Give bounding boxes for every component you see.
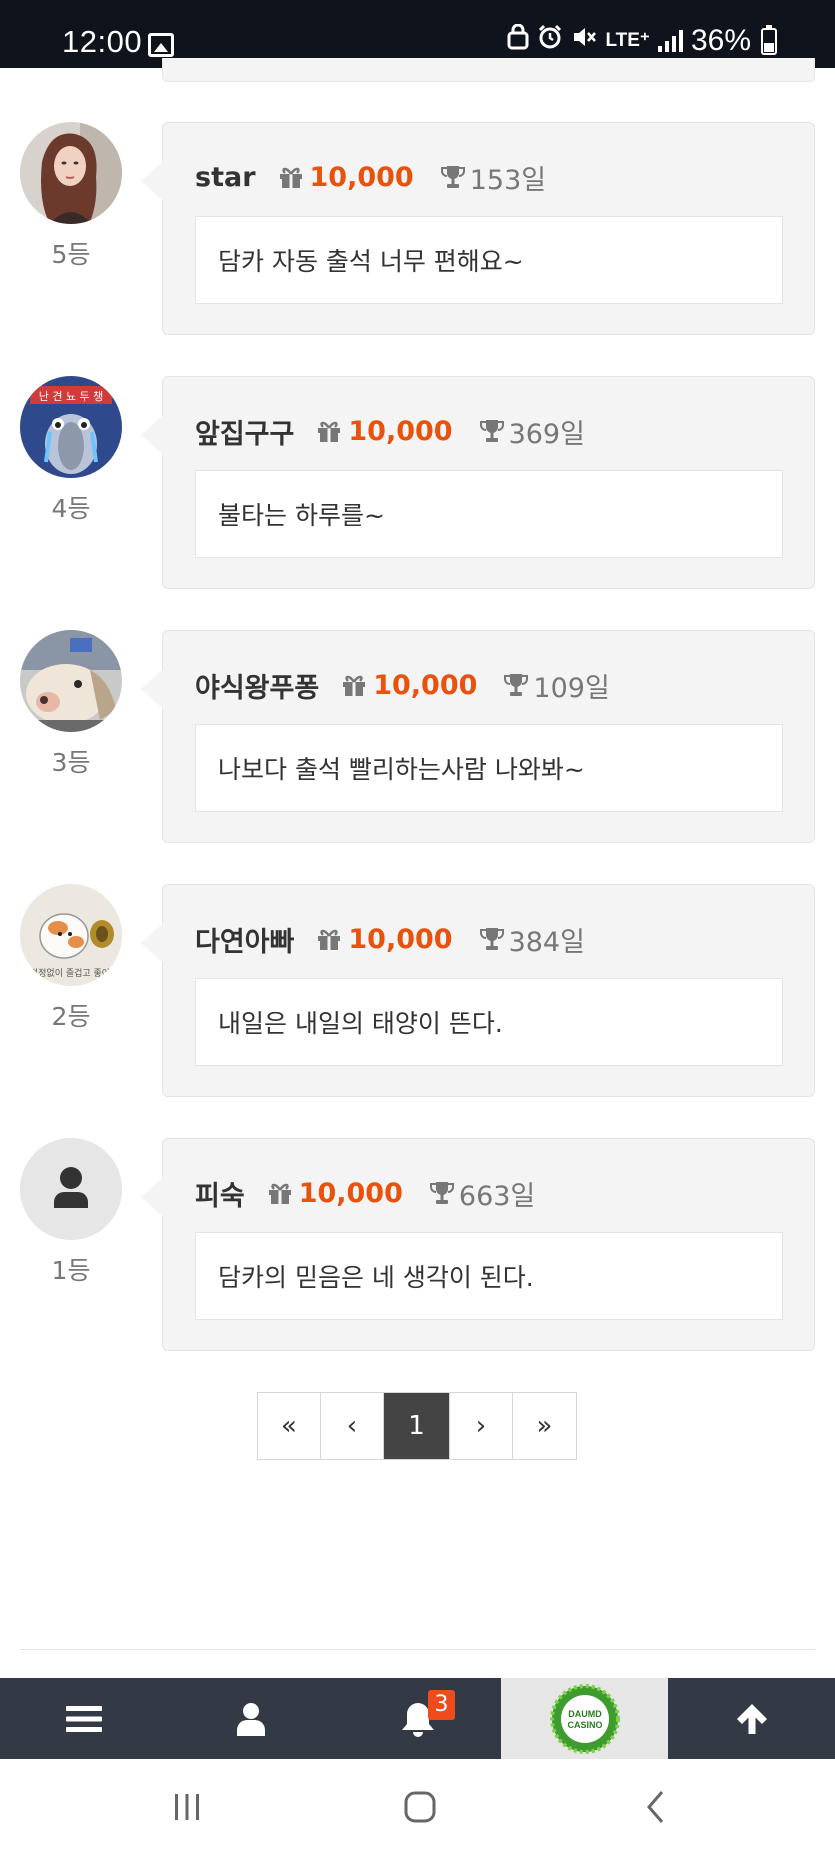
first-page-button[interactable]: «	[258, 1393, 321, 1459]
comment-message: 불타는 하루를~	[195, 470, 783, 558]
point-value: 10,000	[373, 669, 478, 701]
gift-icon	[268, 1183, 291, 1204]
arrow-up-icon	[736, 1703, 767, 1734]
point-value: 10,000	[298, 1177, 403, 1209]
menu-button[interactable]	[0, 1678, 167, 1759]
rank-label: 5등	[51, 240, 91, 269]
avatar[interactable]: 난 견 뇨 두 챙	[20, 376, 122, 478]
scroll-top-button[interactable]	[668, 1678, 835, 1759]
attendance-days: 153일	[469, 164, 547, 196]
comment-meta: 피숙 10,000 663일	[195, 1173, 535, 1213]
rank-label: 3등	[51, 748, 91, 777]
attendance-days: 663일	[458, 1180, 536, 1212]
recent-apps-button[interactable]	[157, 1777, 217, 1837]
logo-text-bottom: CASINO	[567, 1720, 602, 1730]
network-type: LTE⁺	[605, 30, 650, 51]
battery-percent: 36%	[690, 24, 751, 57]
comment-message: 내일은 내일의 태양이 뜬다.	[195, 978, 783, 1066]
attendance-days: 384일	[508, 926, 585, 958]
comment-card: 피숙 10,000 663일담카의 믿음은 네 생각이 된다.	[141, 1138, 815, 1351]
avatar[interactable]: 걱정없이 즐겁고 좋아	[20, 884, 122, 986]
footer-divider	[20, 1649, 815, 1650]
recent-apps-icon	[175, 1794, 199, 1820]
status-icons: LTE⁺ 36%	[507, 23, 777, 58]
profile-button[interactable]	[167, 1678, 334, 1759]
last-page-button[interactable]: »	[513, 1393, 576, 1459]
vpn-icon	[507, 23, 529, 58]
system-nav-bar	[0, 1759, 835, 1856]
gift-icon	[343, 675, 366, 696]
menu-icon	[65, 1705, 102, 1732]
notification-button[interactable]: 3	[334, 1678, 501, 1759]
back-icon	[647, 1791, 664, 1823]
svg-text:걱정없이 즐겁고 좋아: 걱정없이 즐겁고 좋아	[30, 967, 111, 979]
point-value: 10,000	[309, 161, 414, 193]
user-icon	[236, 1702, 265, 1736]
point-value: 10,000	[348, 923, 453, 955]
notification-badge: 3	[428, 1690, 455, 1720]
gift-icon	[318, 421, 341, 442]
username[interactable]: star	[195, 162, 256, 193]
username[interactable]: 피숙	[195, 1174, 245, 1213]
comment-message: 담카의 믿음은 네 생각이 된다.	[195, 1232, 783, 1320]
rank-label: 4등	[51, 494, 91, 523]
comment-card: 야식왕푸퐁 10,000 109일나보다 출석 빨리하는사람 나와봐~	[141, 630, 815, 843]
mute-icon	[571, 24, 597, 58]
home-icon	[404, 1791, 436, 1823]
logo-text-top: DAUMD	[568, 1709, 602, 1719]
point-value: 10,000	[348, 415, 453, 447]
comment-meta: star 10,000 153일	[195, 157, 546, 197]
trophy-icon	[504, 674, 529, 696]
username[interactable]: 야식왕푸퐁	[195, 666, 319, 705]
alarm-icon	[537, 24, 563, 58]
prev-page-button[interactable]: ‹	[321, 1393, 384, 1459]
back-button[interactable]	[626, 1777, 686, 1837]
avatar[interactable]	[20, 1138, 122, 1240]
site-logo: DAUMD CASINO	[549, 1683, 620, 1754]
rank-label: 2등	[51, 1002, 91, 1031]
battery-icon	[761, 24, 777, 55]
signal-icon	[657, 30, 683, 52]
attendance-days: 109일	[533, 672, 610, 704]
comment-meta: 앞집구구 10,000 369일	[195, 411, 585, 451]
next-page-button[interactable]: ›	[450, 1393, 513, 1459]
trophy-icon	[479, 420, 504, 442]
home-button[interactable]	[390, 1777, 450, 1837]
svg-text:난 견 뇨 두 챙: 난 견 뇨 두 챙	[39, 389, 104, 403]
trophy-icon	[429, 1182, 454, 1204]
comment-message: 담카 자동 출석 너무 편해요~	[195, 216, 783, 304]
comment-card: 다연아빠 10,000 384일내일은 내일의 태양이 뜬다.	[141, 884, 815, 1097]
gallery-icon	[148, 33, 174, 57]
comment-card: star 10,000 153일담카 자동 출석 너무 편해요~	[141, 122, 815, 335]
username[interactable]: 앞집구구	[195, 412, 294, 451]
attendance-days: 369일	[508, 418, 585, 450]
comment-meta: 다연아빠 10,000 384일	[195, 919, 585, 959]
comment-card: 앞집구구 10,000 369일불타는 하루를~	[141, 376, 815, 589]
bottom-nav: 3 DAUMD CASINO	[0, 1678, 835, 1759]
trophy-icon	[440, 166, 465, 188]
gift-icon	[279, 167, 302, 188]
trophy-icon	[479, 928, 504, 950]
comment-message: 나보다 출석 빨리하는사람 나와봐~	[195, 724, 783, 812]
previous-comment-card	[162, 58, 815, 82]
status-time: 12:00	[62, 24, 143, 59]
pagination: « ‹ 1 › »	[257, 1392, 577, 1460]
current-page-button[interactable]: 1	[384, 1393, 450, 1459]
rank-label: 1등	[51, 1256, 91, 1285]
avatar[interactable]	[20, 122, 122, 224]
username[interactable]: 다연아빠	[195, 920, 294, 959]
avatar[interactable]	[20, 630, 122, 732]
comment-meta: 야식왕푸퐁 10,000 109일	[195, 665, 610, 705]
gift-icon	[318, 929, 341, 950]
home-logo-button[interactable]: DAUMD CASINO	[501, 1678, 668, 1759]
